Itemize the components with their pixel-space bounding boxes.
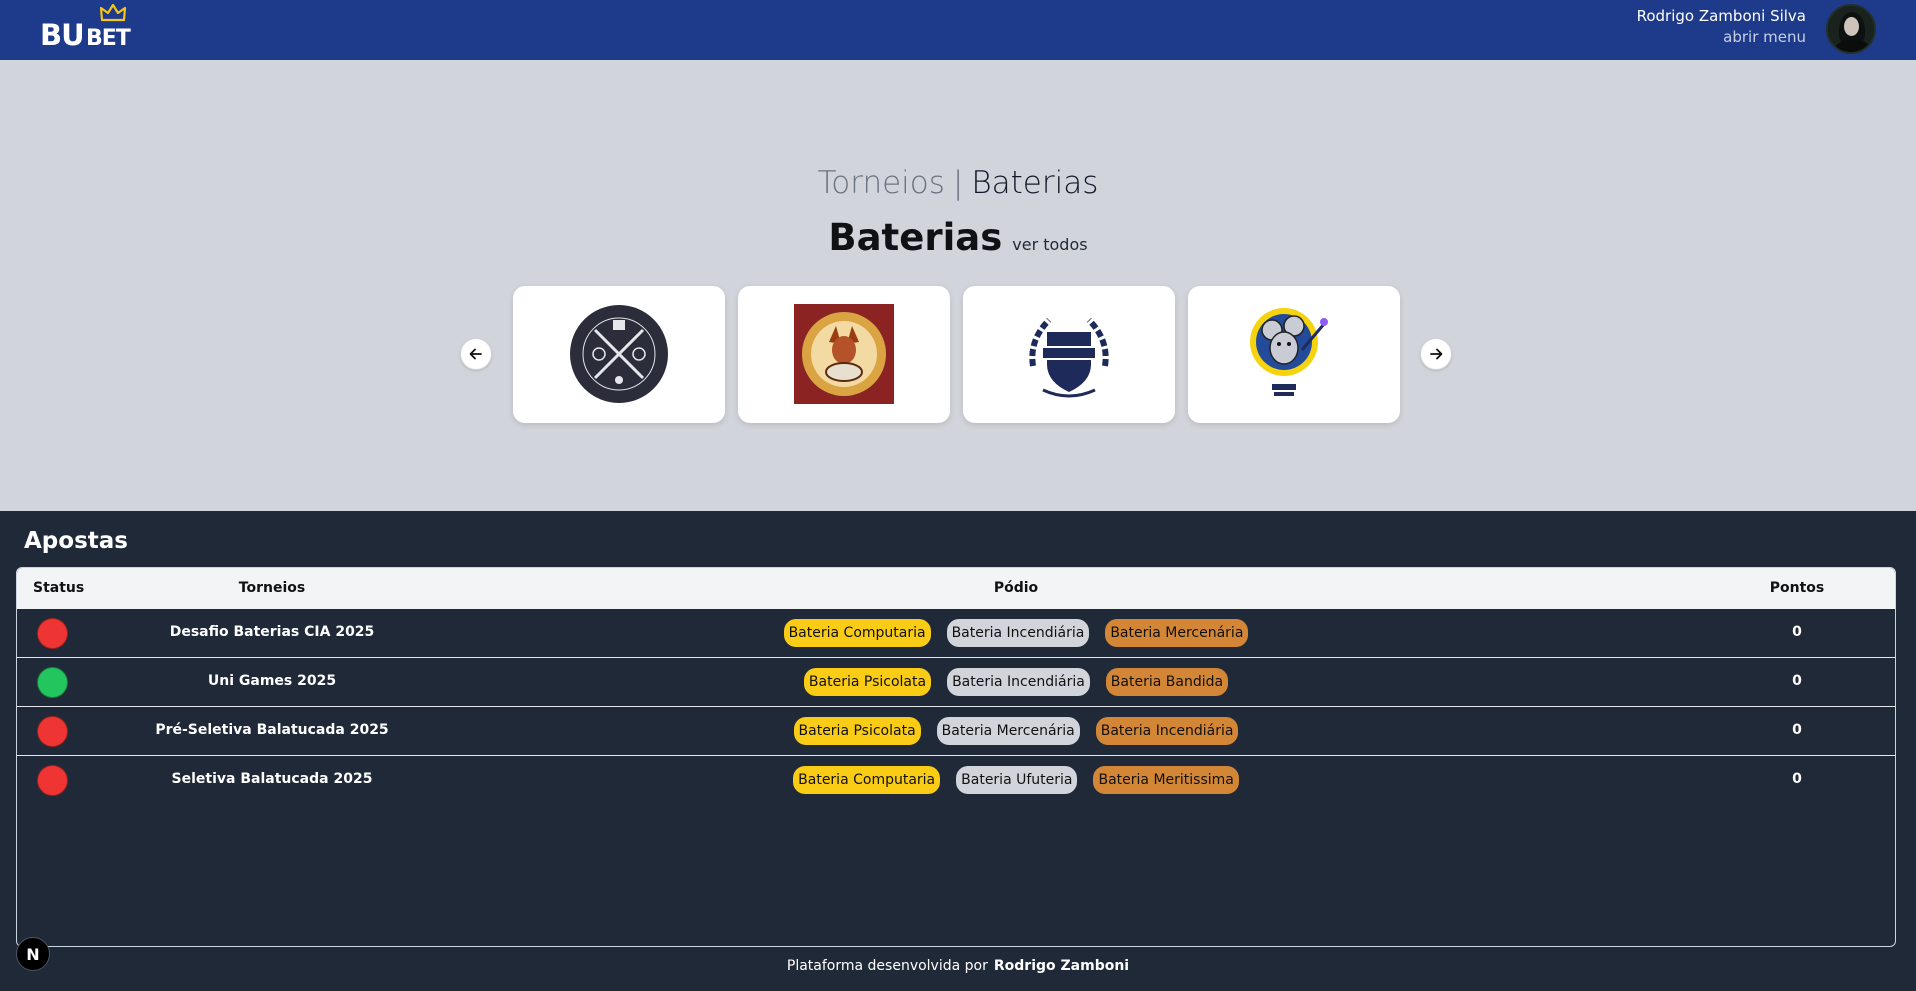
crown-icon	[100, 4, 126, 22]
torneio-name: Desafio Baterias CIA 2025	[169, 624, 375, 640]
bubet-logo[interactable]: BU BET	[40, 4, 132, 54]
column-header-podio: Pódio	[993, 580, 1039, 596]
torneio-name: Seletiva Balatucada 2025	[171, 771, 373, 787]
podium-second: Bateria Incendiária	[947, 668, 1090, 696]
section-title: Baterias	[828, 216, 1003, 259]
torneio-name: Pré-Seletiva Balatucada 2025	[155, 722, 389, 738]
status-indicator	[37, 618, 68, 649]
torneio-name: Uni Games 2025	[207, 673, 337, 689]
table-row[interactable]: Pré-Seletiva Balatucada 2025 Bateria Psi…	[17, 707, 1895, 756]
dev-tools-badge[interactable]: N	[16, 937, 50, 971]
meritissima-logo-icon	[794, 304, 894, 404]
user-info: Rodrigo Zamboni Silva abrir menu	[1637, 6, 1806, 47]
arrow-right-icon	[1430, 348, 1443, 360]
podium-first: Bateria Computaria	[793, 766, 941, 794]
podium-first: Bateria Psicolata	[803, 668, 932, 696]
bateria-card-meritissima[interactable]	[738, 286, 950, 423]
carousel-prev-button[interactable]	[460, 338, 492, 370]
ufuteria-logo-icon	[1029, 317, 1109, 398]
table-row[interactable]: Seletiva Balatucada 2025 Bateria Computa…	[17, 756, 1895, 805]
arrow-left-icon	[469, 348, 482, 360]
column-header-pontos: Pontos	[1769, 580, 1825, 596]
table-row[interactable]: Desafio Baterias CIA 2025 Bateria Comput…	[17, 609, 1895, 658]
podium-second: Bateria Ufuteria	[956, 766, 1078, 794]
podium-third: Bateria Meritissima	[1093, 766, 1239, 794]
rat-logo-icon	[1250, 308, 1328, 396]
carousel-next-button[interactable]	[1420, 338, 1452, 370]
bateria-card-computaria[interactable]	[513, 286, 725, 423]
computaria-logo-icon	[570, 305, 668, 403]
podium-first: Bateria Psicolata	[793, 717, 921, 745]
status-indicator	[37, 716, 68, 747]
view-all-link[interactable]: ver todos	[1012, 235, 1087, 254]
section-heading: Baterias ver todos	[0, 216, 1916, 259]
top-navbar: BU BET Rodrigo Zamboni Silva abrir menu	[0, 0, 1916, 60]
logo-text-bet: BET	[86, 26, 131, 51]
open-menu-link[interactable]: abrir menu	[1637, 27, 1806, 47]
bateria-card-ufuteria[interactable]	[963, 286, 1175, 423]
tab-baterias[interactable]: Baterias	[971, 165, 1098, 201]
logo-text-bu: BU	[40, 18, 85, 52]
podium: Bateria Computaria Bateria Ufuteria Bate…	[417, 766, 1615, 794]
bateria-card-psicolata[interactable]	[1188, 286, 1400, 423]
column-header-torneios: Torneios	[238, 580, 306, 596]
switcher-separator: |	[952, 165, 964, 201]
footer: Plataforma desenvolvida por Rodrigo Zambo…	[0, 958, 1916, 974]
podium: Bateria Computaria Bateria Incendiária B…	[417, 619, 1615, 647]
footer-author: Rodrigo Zamboni	[993, 958, 1130, 974]
podium-third: Bateria Incendiária	[1095, 717, 1239, 745]
table-row[interactable]: Uni Games 2025 Bateria Psicolata Bateria…	[17, 658, 1895, 707]
apostas-title: Apostas	[24, 528, 128, 554]
podium-third: Bateria Bandida	[1105, 668, 1229, 696]
pontos-value: 0	[1792, 722, 1802, 738]
pontos-value: 0	[1792, 673, 1802, 689]
table-header: Status Torneios Pódio Pontos	[17, 568, 1895, 609]
status-indicator	[37, 667, 68, 698]
hero-section: Torneios | Baterias Baterias ver todos	[0, 60, 1916, 511]
avatar-body	[1834, 40, 1872, 52]
footer-text: Plataforma desenvolvida por	[786, 958, 988, 974]
user-name: Rodrigo Zamboni Silva	[1636, 7, 1806, 25]
avatar-face	[1844, 17, 1859, 36]
pontos-value: 0	[1792, 771, 1802, 787]
podium: Bateria Psicolata Bateria Mercenária Bat…	[417, 717, 1615, 745]
view-switcher: Torneios | Baterias	[0, 163, 1916, 203]
status-indicator	[37, 765, 68, 796]
podium-first: Bateria Computaria	[783, 619, 931, 647]
tab-torneios[interactable]: Torneios	[818, 165, 945, 201]
column-header-status: Status	[33, 580, 85, 596]
podium: Bateria Psicolata Bateria Incendiária Ba…	[417, 668, 1615, 696]
apostas-table: Status Torneios Pódio Pontos Desafio Bat…	[16, 567, 1896, 947]
pontos-value: 0	[1792, 624, 1802, 640]
podium-second: Bateria Mercenária	[936, 717, 1080, 745]
podium-second: Bateria Incendiária	[946, 619, 1090, 647]
podium-third: Bateria Mercenária	[1105, 619, 1249, 647]
avatar[interactable]	[1826, 4, 1876, 54]
